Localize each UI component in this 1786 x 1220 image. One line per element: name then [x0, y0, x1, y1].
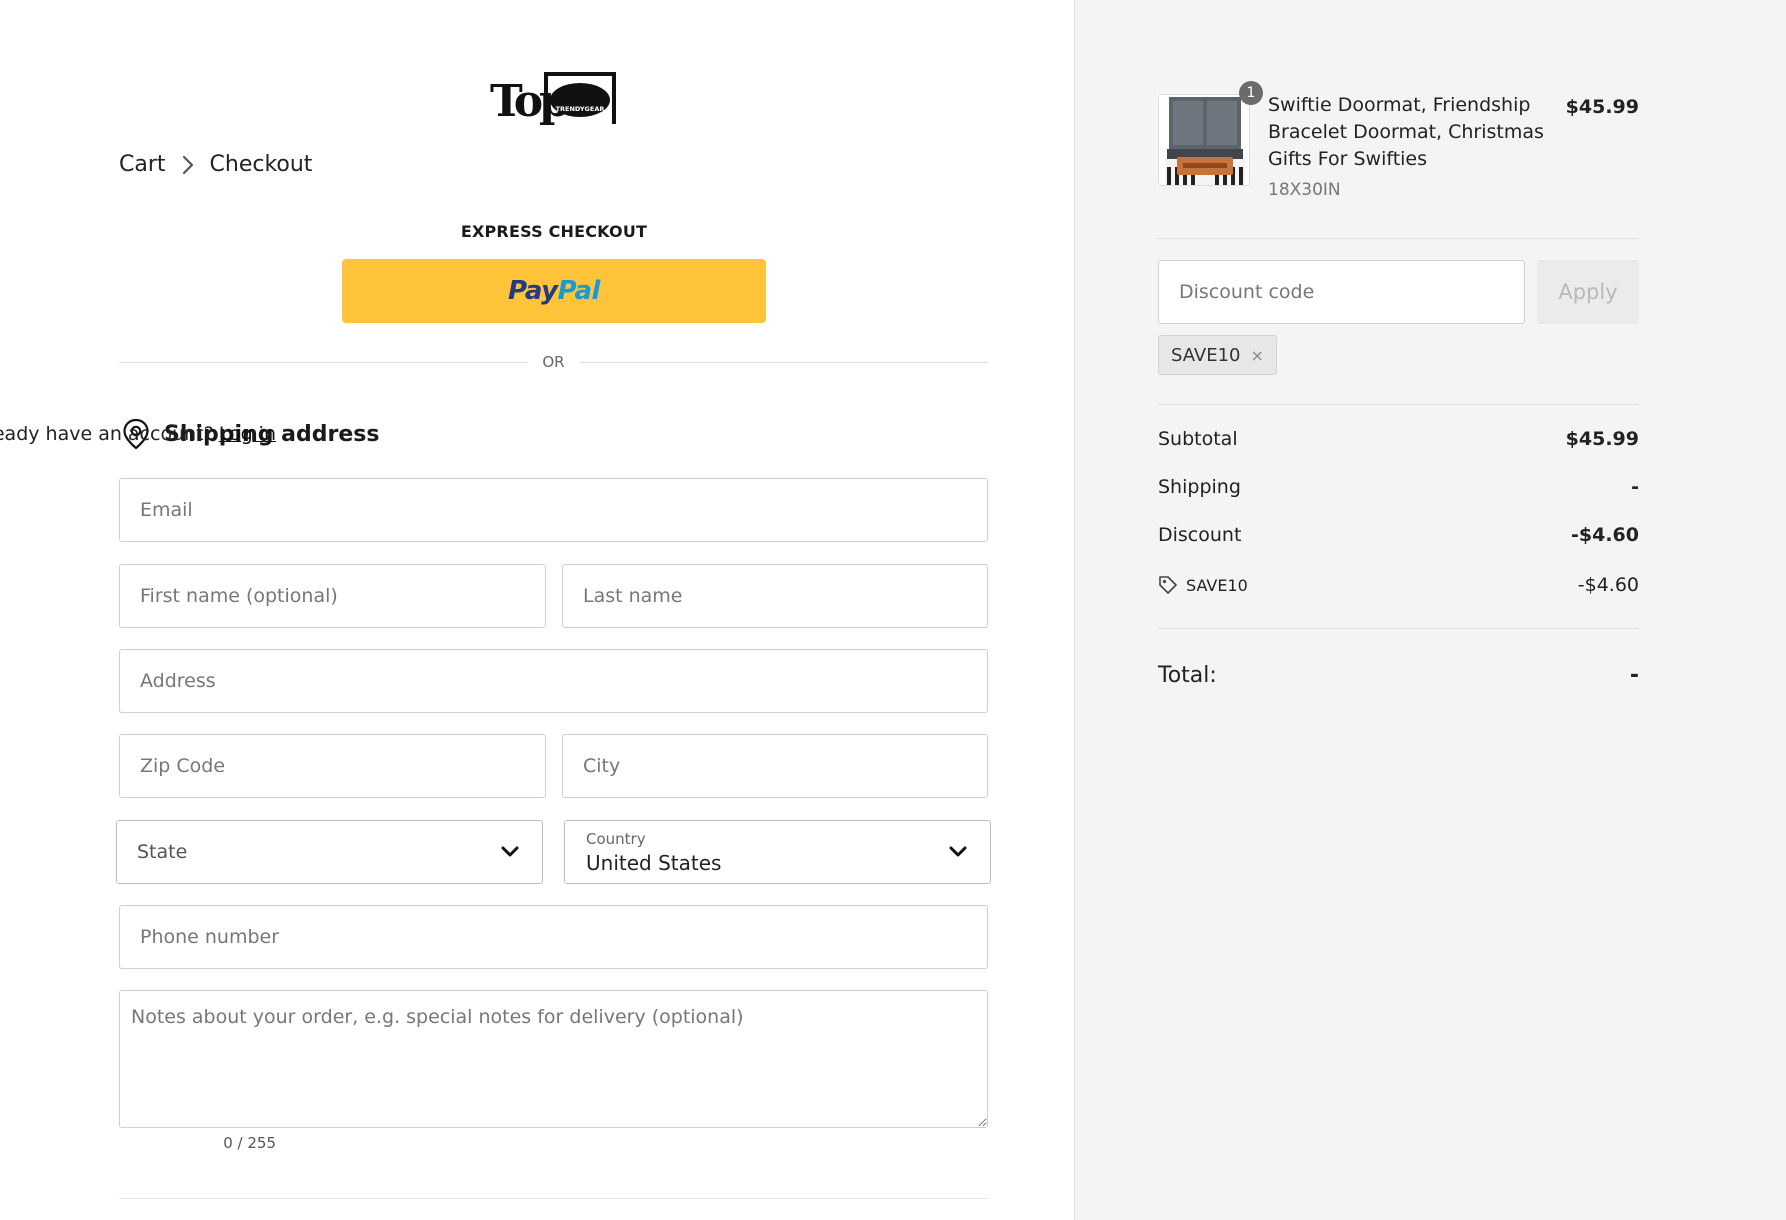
paypal-logo-pay: Pay — [508, 276, 558, 306]
last-name-field[interactable] — [562, 564, 988, 628]
product-variant: 18X30IN — [1268, 180, 1341, 200]
applied-discount-tag: SAVE10 × — [1158, 335, 1277, 375]
paypal-button[interactable]: Pay Pal — [342, 259, 766, 323]
subtotal-value: $45.99 — [1565, 428, 1639, 450]
tag-icon — [1159, 576, 1177, 594]
discount-code-field[interactable] — [1158, 260, 1525, 324]
or-divider: OR — [119, 352, 988, 372]
discount-code-line-value: -$4.60 — [1577, 574, 1639, 596]
chevron-down-icon — [949, 846, 967, 857]
apply-discount-button[interactable]: Apply — [1537, 260, 1639, 324]
section-divider — [119, 1198, 988, 1199]
product-name: Swiftie Doormat, Friendship Bracelet Doo… — [1268, 94, 1544, 170]
product-price: $45.99 — [1565, 96, 1639, 118]
discount-code-line-label: SAVE10 — [1186, 575, 1248, 595]
applied-discount-code: SAVE10 — [1171, 344, 1241, 366]
product-thumbnail — [1158, 94, 1250, 186]
state-select-placeholder: State — [137, 841, 188, 863]
store-logo[interactable]: Top TRENDYGEAR — [490, 70, 620, 128]
checkout-form-column: Top TRENDYGEAR Cart Checkout EXPRESS CHE… — [0, 0, 1074, 1220]
city-field[interactable] — [562, 734, 988, 798]
summary-divider — [1158, 238, 1639, 239]
subtotal-label: Subtotal — [1158, 428, 1238, 450]
chevron-down-icon — [501, 846, 519, 857]
breadcrumb-checkout: Checkout — [209, 152, 313, 177]
login-link[interactable]: Log in — [219, 423, 276, 445]
remove-discount-icon[interactable]: × — [1251, 346, 1264, 365]
paypal-logo-pal: Pal — [557, 276, 601, 306]
country-select[interactable]: Country United States — [564, 820, 991, 884]
phone-number-field[interactable] — [119, 905, 988, 969]
email-field[interactable] — [119, 478, 988, 542]
doormat-image — [1159, 95, 1249, 185]
country-select-value: United States — [586, 851, 722, 875]
summary-divider — [1158, 628, 1639, 629]
express-checkout-label: EXPRESS CHECKOUT — [460, 222, 648, 241]
quantity-badge: 1 — [1239, 81, 1263, 105]
address-field[interactable] — [119, 649, 988, 713]
total-value: - — [1629, 663, 1639, 688]
account-prompt-text: Already have an account? — [0, 423, 214, 445]
total-label: Total: — [1158, 663, 1217, 688]
breadcrumb-cart-link[interactable]: Cart — [119, 152, 166, 177]
or-label: OR — [542, 353, 565, 371]
first-name-field[interactable] — [119, 564, 546, 628]
shipping-label: Shipping — [1158, 476, 1241, 498]
summary-divider — [1158, 404, 1639, 405]
chevron-right-icon — [182, 155, 194, 175]
breadcrumb: Cart Checkout — [119, 152, 312, 177]
state-select[interactable]: State — [116, 820, 543, 884]
discount-label: Discount — [1158, 524, 1242, 546]
discount-value: -$4.60 — [1571, 524, 1639, 546]
notes-character-count: 0 / 255 — [223, 1134, 276, 1152]
zip-code-field[interactable] — [119, 734, 546, 798]
svg-text:TRENDYGEAR: TRENDYGEAR — [556, 105, 605, 113]
account-prompt: Already have an account?Log in — [0, 423, 276, 445]
country-select-label: Country — [586, 830, 646, 848]
shipping-value: - — [1631, 476, 1639, 498]
order-notes-field[interactable] — [119, 990, 988, 1128]
discount-code-line: SAVE10 — [1158, 575, 1248, 595]
